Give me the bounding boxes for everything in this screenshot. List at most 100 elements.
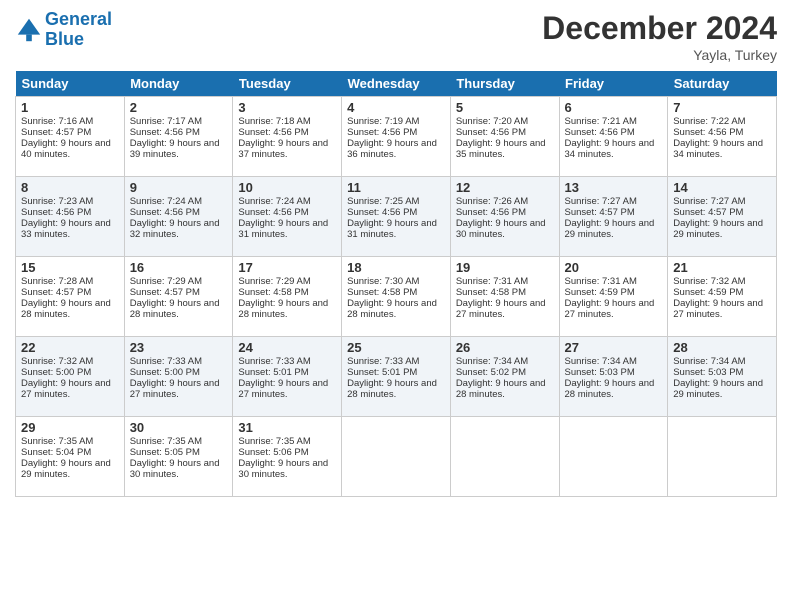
sunset-text: Sunset: 4:57 PM [21, 127, 91, 138]
month-title: December 2024 [542, 10, 777, 47]
logo-icon [15, 16, 43, 44]
sunset-text: Sunset: 5:01 PM [347, 367, 417, 378]
page-header: General Blue December 2024 Yayla, Turkey [15, 10, 777, 63]
sunset-text: Sunset: 5:00 PM [130, 367, 200, 378]
calendar-day-27: 27Sunrise: 7:34 AMSunset: 5:03 PMDayligh… [559, 337, 668, 417]
empty-cell [450, 417, 559, 497]
col-sunday: Sunday [16, 71, 125, 97]
sunrise-text: Sunrise: 7:23 AM [21, 196, 93, 207]
sunset-text: Sunset: 5:00 PM [21, 367, 91, 378]
calendar-day-9: 9Sunrise: 7:24 AMSunset: 4:56 PMDaylight… [124, 177, 233, 257]
sunrise-text: Sunrise: 7:35 AM [130, 436, 202, 447]
empty-cell [559, 417, 668, 497]
calendar-day-7: 7Sunrise: 7:22 AMSunset: 4:56 PMDaylight… [668, 97, 777, 177]
daylight-text: Daylight: 9 hours and 39 minutes. [130, 138, 220, 160]
day-number: 25 [347, 340, 445, 355]
daylight-text: Daylight: 9 hours and 30 minutes. [456, 218, 546, 240]
daylight-text: Daylight: 9 hours and 28 minutes. [347, 298, 437, 320]
sunrise-text: Sunrise: 7:29 AM [238, 276, 310, 287]
daylight-text: Daylight: 9 hours and 33 minutes. [21, 218, 111, 240]
day-number: 8 [21, 180, 119, 195]
calendar-day-28: 28Sunrise: 7:34 AMSunset: 5:03 PMDayligh… [668, 337, 777, 417]
calendar-day-25: 25Sunrise: 7:33 AMSunset: 5:01 PMDayligh… [342, 337, 451, 417]
calendar-day-8: 8Sunrise: 7:23 AMSunset: 4:56 PMDaylight… [16, 177, 125, 257]
calendar-day-15: 15Sunrise: 7:28 AMSunset: 4:57 PMDayligh… [16, 257, 125, 337]
daylight-text: Daylight: 9 hours and 27 minutes. [238, 378, 328, 400]
day-number: 29 [21, 420, 119, 435]
day-number: 20 [565, 260, 663, 275]
day-number: 21 [673, 260, 771, 275]
sunset-text: Sunset: 4:57 PM [130, 287, 200, 298]
daylight-text: Daylight: 9 hours and 27 minutes. [130, 378, 220, 400]
calendar-day-31: 31Sunrise: 7:35 AMSunset: 5:06 PMDayligh… [233, 417, 342, 497]
sunrise-text: Sunrise: 7:26 AM [456, 196, 528, 207]
sunrise-text: Sunrise: 7:17 AM [130, 116, 202, 127]
day-number: 14 [673, 180, 771, 195]
day-number: 6 [565, 100, 663, 115]
sunset-text: Sunset: 5:06 PM [238, 447, 308, 458]
sunrise-text: Sunrise: 7:20 AM [456, 116, 528, 127]
daylight-text: Daylight: 9 hours and 28 minutes. [130, 298, 220, 320]
sunset-text: Sunset: 4:56 PM [238, 127, 308, 138]
calendar-body: 1Sunrise: 7:16 AMSunset: 4:57 PMDaylight… [16, 97, 777, 497]
calendar-day-3: 3Sunrise: 7:18 AMSunset: 4:56 PMDaylight… [233, 97, 342, 177]
daylight-text: Daylight: 9 hours and 40 minutes. [21, 138, 111, 160]
day-number: 17 [238, 260, 336, 275]
day-number: 9 [130, 180, 228, 195]
sunset-text: Sunset: 4:56 PM [130, 127, 200, 138]
day-number: 31 [238, 420, 336, 435]
calendar-day-10: 10Sunrise: 7:24 AMSunset: 4:56 PMDayligh… [233, 177, 342, 257]
sunset-text: Sunset: 4:56 PM [21, 207, 91, 218]
daylight-text: Daylight: 9 hours and 37 minutes. [238, 138, 328, 160]
calendar-week-1: 8Sunrise: 7:23 AMSunset: 4:56 PMDaylight… [16, 177, 777, 257]
sunset-text: Sunset: 4:58 PM [238, 287, 308, 298]
sunrise-text: Sunrise: 7:24 AM [130, 196, 202, 207]
calendar-day-22: 22Sunrise: 7:32 AMSunset: 5:00 PMDayligh… [16, 337, 125, 417]
day-number: 28 [673, 340, 771, 355]
title-block: December 2024 Yayla, Turkey [542, 10, 777, 63]
sunset-text: Sunset: 4:56 PM [238, 207, 308, 218]
col-friday: Friday [559, 71, 668, 97]
calendar-table: Sunday Monday Tuesday Wednesday Thursday… [15, 71, 777, 497]
daylight-text: Daylight: 9 hours and 27 minutes. [456, 298, 546, 320]
sunrise-text: Sunrise: 7:27 AM [673, 196, 745, 207]
calendar-day-13: 13Sunrise: 7:27 AMSunset: 4:57 PMDayligh… [559, 177, 668, 257]
day-number: 27 [565, 340, 663, 355]
sunrise-text: Sunrise: 7:34 AM [456, 356, 528, 367]
calendar-day-21: 21Sunrise: 7:32 AMSunset: 4:59 PMDayligh… [668, 257, 777, 337]
sunset-text: Sunset: 4:59 PM [565, 287, 635, 298]
day-number: 16 [130, 260, 228, 275]
col-monday: Monday [124, 71, 233, 97]
sunset-text: Sunset: 4:57 PM [565, 207, 635, 218]
daylight-text: Daylight: 9 hours and 31 minutes. [347, 218, 437, 240]
daylight-text: Daylight: 9 hours and 30 minutes. [238, 458, 328, 480]
calendar-day-14: 14Sunrise: 7:27 AMSunset: 4:57 PMDayligh… [668, 177, 777, 257]
day-number: 7 [673, 100, 771, 115]
sunrise-text: Sunrise: 7:25 AM [347, 196, 419, 207]
calendar-day-5: 5Sunrise: 7:20 AMSunset: 4:56 PMDaylight… [450, 97, 559, 177]
empty-cell [342, 417, 451, 497]
day-number: 22 [21, 340, 119, 355]
sunset-text: Sunset: 4:56 PM [347, 127, 417, 138]
day-number: 3 [238, 100, 336, 115]
calendar-day-18: 18Sunrise: 7:30 AMSunset: 4:58 PMDayligh… [342, 257, 451, 337]
daylight-text: Daylight: 9 hours and 27 minutes. [565, 298, 655, 320]
sunset-text: Sunset: 4:58 PM [456, 287, 526, 298]
sunset-text: Sunset: 4:56 PM [565, 127, 635, 138]
calendar-week-4: 29Sunrise: 7:35 AMSunset: 5:04 PMDayligh… [16, 417, 777, 497]
sunrise-text: Sunrise: 7:31 AM [565, 276, 637, 287]
sunrise-text: Sunrise: 7:33 AM [130, 356, 202, 367]
daylight-text: Daylight: 9 hours and 27 minutes. [673, 298, 763, 320]
day-number: 2 [130, 100, 228, 115]
daylight-text: Daylight: 9 hours and 27 minutes. [21, 378, 111, 400]
sunrise-text: Sunrise: 7:35 AM [238, 436, 310, 447]
calendar-day-29: 29Sunrise: 7:35 AMSunset: 5:04 PMDayligh… [16, 417, 125, 497]
day-number: 5 [456, 100, 554, 115]
calendar-day-26: 26Sunrise: 7:34 AMSunset: 5:02 PMDayligh… [450, 337, 559, 417]
daylight-text: Daylight: 9 hours and 30 minutes. [130, 458, 220, 480]
calendar-day-6: 6Sunrise: 7:21 AMSunset: 4:56 PMDaylight… [559, 97, 668, 177]
calendar-day-17: 17Sunrise: 7:29 AMSunset: 4:58 PMDayligh… [233, 257, 342, 337]
day-number: 19 [456, 260, 554, 275]
sunrise-text: Sunrise: 7:24 AM [238, 196, 310, 207]
sunrise-text: Sunrise: 7:22 AM [673, 116, 745, 127]
